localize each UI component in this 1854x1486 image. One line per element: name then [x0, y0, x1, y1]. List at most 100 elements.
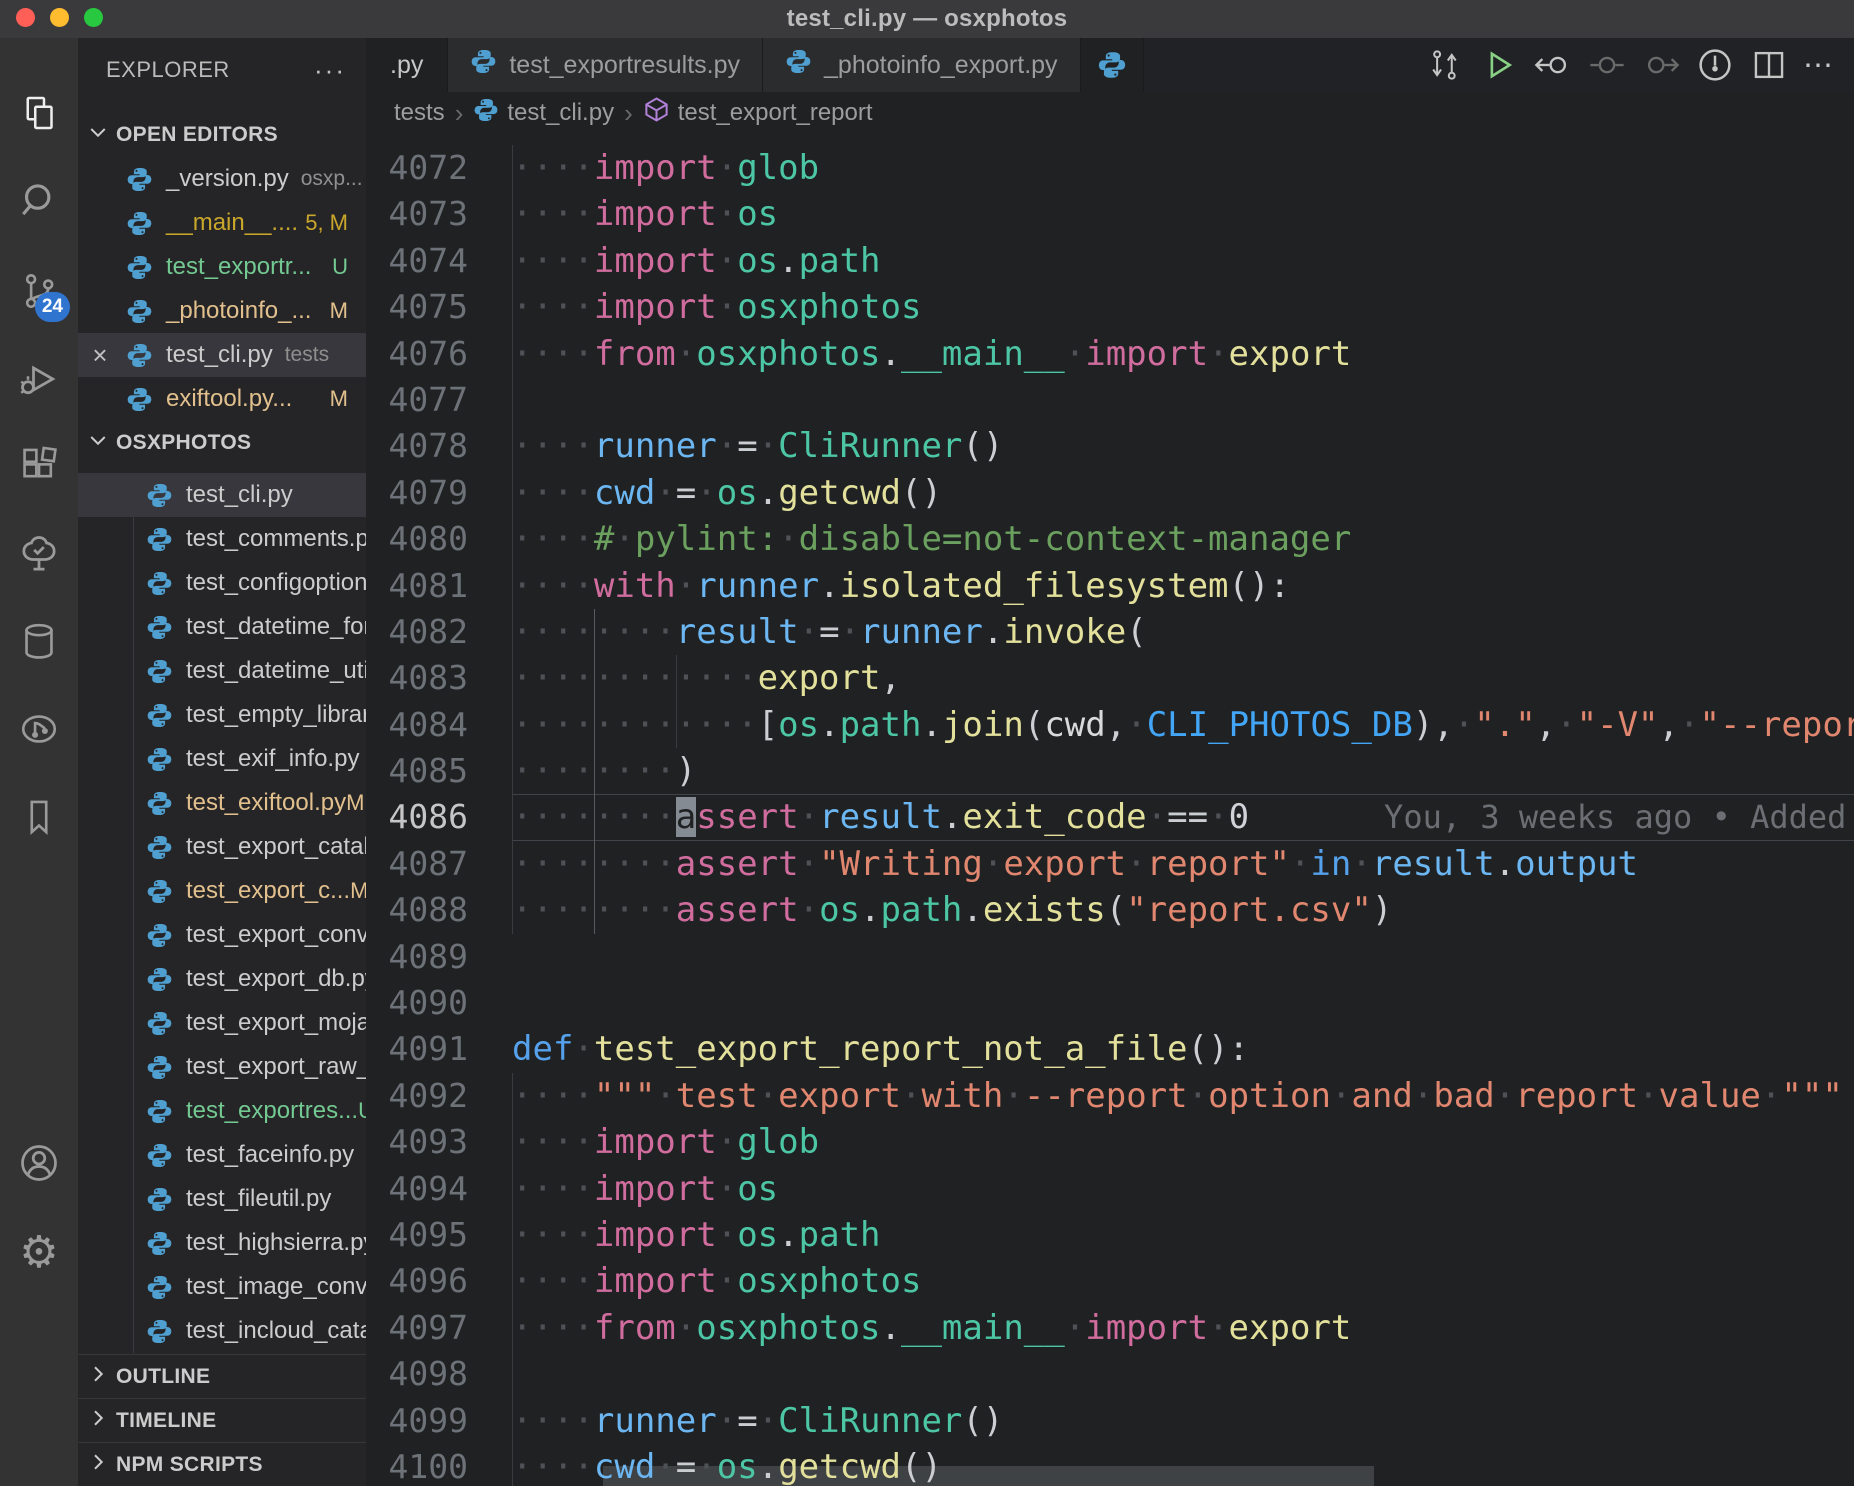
history-clock-icon[interactable]: [1695, 45, 1735, 85]
tree-item[interactable]: test_exif_info.py: [78, 737, 366, 781]
sidebar-section-timeline[interactable]: TIMELINE: [78, 1398, 366, 1442]
code-line-content[interactable]: ····import·glob: [512, 145, 1854, 191]
code-line[interactable]: 4098: [366, 1351, 1854, 1397]
open-editor-item[interactable]: _version.pyosxp...: [78, 157, 366, 201]
code-line-content[interactable]: [512, 980, 1854, 1026]
minimize-window-button[interactable]: [50, 8, 69, 27]
code-line-content[interactable]: ········assert·"Writing·export·report"·i…: [512, 841, 1854, 887]
open-editor-item[interactable]: ×test_cli.pytests: [78, 333, 366, 377]
open-editor-item[interactable]: _photoinfo_...M: [78, 289, 366, 333]
tree-item[interactable]: test_exiftool.pyM: [78, 781, 366, 825]
code-line[interactable]: 4100····cwd·=·os.getcwd(): [366, 1444, 1854, 1486]
search-icon[interactable]: [0, 162, 78, 240]
code-line-content[interactable]: ············export,: [512, 655, 1854, 701]
gitlens-icon[interactable]: [0, 690, 78, 768]
close-icon[interactable]: ×: [78, 340, 122, 371]
code-line[interactable]: 4090: [366, 980, 1854, 1026]
code-line-content[interactable]: [512, 1351, 1854, 1397]
code-line-content[interactable]: ············[os.path.join(cwd,·CLI_PHOTO…: [512, 702, 1854, 748]
source-control-icon[interactable]: 24: [0, 252, 78, 330]
code-line[interactable]: 4079····cwd·=·os.getcwd(): [366, 470, 1854, 516]
open-editor-item[interactable]: test_exportr...U: [78, 245, 366, 289]
test-tree-icon[interactable]: [0, 515, 78, 593]
code-line-content[interactable]: ········assert·result.exit_code·==·0You,…: [512, 794, 1854, 840]
code-line-content[interactable]: ····import·os.path: [512, 1212, 1854, 1258]
code-line[interactable]: 4086········assert·result.exit_code·==·0…: [366, 794, 1854, 840]
open-editors-section-header[interactable]: OPEN EDITORS: [78, 113, 366, 157]
tree-item[interactable]: test_empty_library_...: [78, 693, 366, 737]
tree-item[interactable]: test_configoptions....: [78, 561, 366, 605]
code-line[interactable]: 4094····import·os: [366, 1166, 1854, 1212]
code-editor[interactable]: 4072····import·glob4073····import·os4074…: [366, 134, 1854, 1486]
tab-test-cli[interactable]: .py: [366, 38, 448, 92]
more-actions-icon[interactable]: ⋯: [1803, 48, 1836, 83]
code-line-content[interactable]: ········assert·os.path.exists("report.cs…: [512, 887, 1854, 933]
code-line[interactable]: 4077: [366, 377, 1854, 423]
tree-item[interactable]: test_export_c...M: [78, 869, 366, 913]
code-line[interactable]: 4095····import·os.path: [366, 1212, 1854, 1258]
close-window-button[interactable]: [16, 8, 35, 27]
extensions-icon[interactable]: [0, 428, 78, 506]
code-line[interactable]: 4087········assert·"Writing·export·repor…: [366, 841, 1854, 887]
code-line[interactable]: 4088········assert·os.path.exists("repor…: [366, 887, 1854, 933]
code-line[interactable]: 4076····from·osxphotos.__main__·import·e…: [366, 331, 1854, 377]
code-line-content[interactable]: ····cwd·=·os.getcwd(): [512, 1444, 1854, 1486]
code-line-content[interactable]: ····import·os: [512, 191, 1854, 237]
tree-item[interactable]: test_export_db.py: [78, 957, 366, 1001]
code-line[interactable]: 4078····runner·=·CliRunner(): [366, 423, 1854, 469]
tree-item[interactable]: test_export_mojave...: [78, 1001, 366, 1045]
code-line-content[interactable]: ····runner·=·CliRunner(): [512, 1398, 1854, 1444]
tab-test_exportresults-py[interactable]: test_exportresults.py: [448, 38, 763, 92]
code-line[interactable]: 4082········result·=·runner.invoke(: [366, 609, 1854, 655]
code-line[interactable]: 4072····import·glob: [366, 145, 1854, 191]
code-line-content[interactable]: ········): [512, 748, 1854, 794]
code-line-content[interactable]: ····from·osxphotos.__main__·import·expor…: [512, 331, 1854, 377]
breadcrumb-item[interactable]: test_cli.py: [473, 97, 614, 130]
tree-item[interactable]: test_export_catalin...: [78, 825, 366, 869]
tree-item[interactable]: test_fileutil.py: [78, 1177, 366, 1221]
code-line-content[interactable]: ····#·pylint:·disable=not-context-manage…: [512, 516, 1854, 562]
tree-item[interactable]: test_export_raw_ca...: [78, 1045, 366, 1089]
run-icon[interactable]: [1479, 45, 1519, 85]
code-line[interactable]: 4093····import·glob: [366, 1119, 1854, 1165]
tree-item[interactable]: test_comments.py: [78, 517, 366, 561]
zoom-window-button[interactable]: [84, 8, 103, 27]
code-line[interactable]: 4092····"""·test·export·with·--report·op…: [366, 1073, 1854, 1119]
code-line[interactable]: 4080····#·pylint:·disable=not-context-ma…: [366, 516, 1854, 562]
code-line-content[interactable]: [512, 934, 1854, 980]
code-line[interactable]: 4073····import·os: [366, 191, 1854, 237]
code-line[interactable]: 4091def·test_export_report_not_a_file():: [366, 1026, 1854, 1072]
code-line[interactable]: 4089: [366, 934, 1854, 980]
run-debug-icon[interactable]: [0, 340, 78, 418]
settings-gear-icon[interactable]: ⚙: [0, 1214, 78, 1292]
code-line-content[interactable]: ····with·runner.isolated_filesystem():: [512, 563, 1854, 609]
code-line[interactable]: 4097····from·osxphotos.__main__·import·e…: [366, 1305, 1854, 1351]
open-editor-item[interactable]: __main__....5, M: [78, 201, 366, 245]
code-line-content[interactable]: ····import·osxphotos: [512, 1258, 1854, 1304]
code-line-content[interactable]: ····runner·=·CliRunner(): [512, 423, 1854, 469]
tree-item[interactable]: test_incloud_catali...: [78, 1309, 366, 1353]
sidebar-more-actions-icon[interactable]: ···: [314, 55, 346, 86]
step-forward-icon[interactable]: [1641, 45, 1681, 85]
code-line[interactable]: 4084············[os.path.join(cwd,·CLI_P…: [366, 702, 1854, 748]
tree-item[interactable]: test_exportres...U: [78, 1089, 366, 1133]
tree-item[interactable]: test_datetime_form...: [78, 605, 366, 649]
code-line[interactable]: 4075····import·osxphotos: [366, 284, 1854, 330]
bookmark-icon[interactable]: [0, 778, 78, 856]
sidebar-section-npm-scripts[interactable]: NPM SCRIPTS: [78, 1442, 366, 1486]
code-line[interactable]: 4074····import·os.path: [366, 238, 1854, 284]
tree-item[interactable]: test_faceinfo.py: [78, 1133, 366, 1177]
open-editor-item[interactable]: exiftool.py...M: [78, 377, 366, 421]
tab-_photoinfo_export-py[interactable]: _photoinfo_export.py: [763, 38, 1081, 92]
tree-item[interactable]: test_highsierra.py: [78, 1221, 366, 1265]
code-line-content[interactable]: def·test_export_report_not_a_file():: [512, 1026, 1854, 1072]
breadcrumb-item[interactable]: test_export_report: [643, 96, 873, 130]
sidebar-section-outline[interactable]: OUTLINE: [78, 1354, 366, 1398]
split-editor-icon[interactable]: [1749, 45, 1789, 85]
record-icon[interactable]: [1587, 45, 1627, 85]
code-line[interactable]: 4099····runner·=·CliRunner(): [366, 1398, 1854, 1444]
tree-item[interactable]: test_cli.py: [78, 473, 366, 517]
code-line-content[interactable]: ····import·osxphotos: [512, 284, 1854, 330]
code-line-content[interactable]: ····from·osxphotos.__main__·import·expor…: [512, 1305, 1854, 1351]
code-line[interactable]: 4085········): [366, 748, 1854, 794]
